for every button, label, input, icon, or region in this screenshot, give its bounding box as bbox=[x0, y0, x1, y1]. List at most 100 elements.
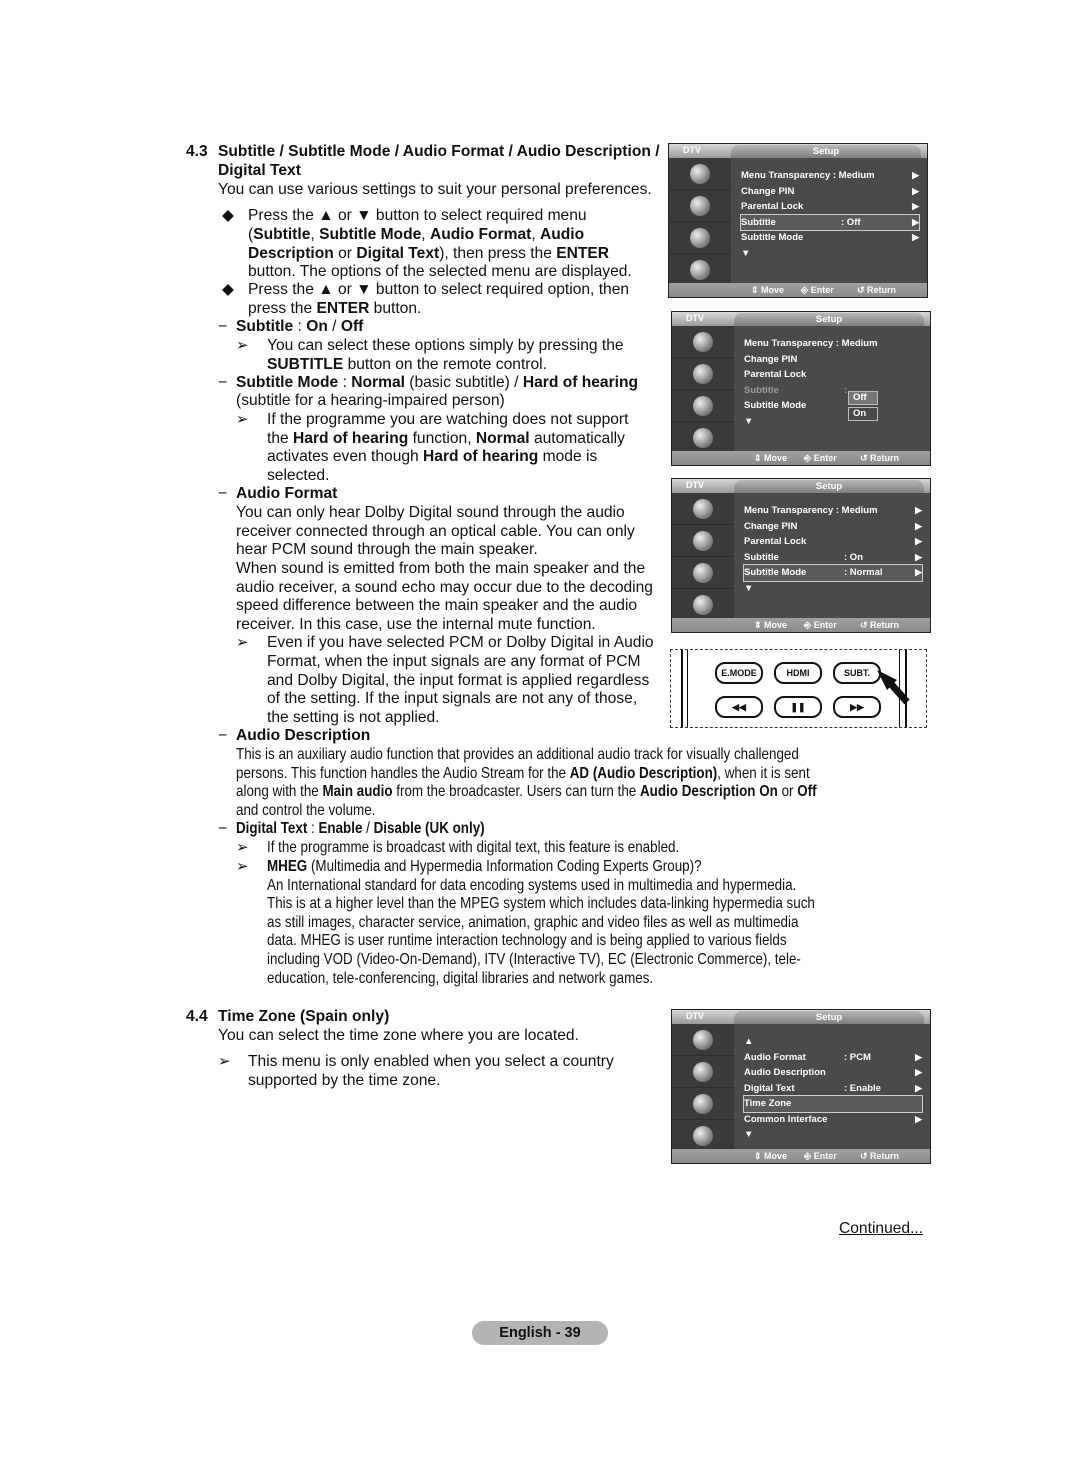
emode-button[interactable]: E.MODE bbox=[715, 662, 763, 684]
bullet2-line2: press the ENTER button. bbox=[248, 300, 422, 317]
subtitle-note-line2: SUBTITLE button on the remote control. bbox=[267, 356, 547, 373]
osd-item-label: Change PIN bbox=[744, 353, 798, 365]
osd-title: Setup bbox=[734, 313, 924, 326]
osd-menu-item[interactable]: Subtitle Mode: Normal ▶ bbox=[743, 564, 923, 582]
scroll-down-icon[interactable]: ▼ bbox=[744, 1127, 922, 1143]
osd-menu-item[interactable]: Subtitle Mode bbox=[744, 398, 922, 414]
audio-description-line3: along with the Main audio from the broad… bbox=[236, 783, 817, 800]
move-hint: ⇕ Move bbox=[754, 453, 788, 463]
subt-button[interactable]: SUBT. bbox=[833, 662, 881, 684]
setup-gear-icon bbox=[693, 1093, 713, 1114]
osd-menu-item[interactable]: Parental Lock ▶ bbox=[744, 534, 922, 550]
osd-menu-item[interactable]: Subtitle: bbox=[744, 383, 922, 399]
osd-menu-item[interactable]: Common Interface ▶ bbox=[744, 1112, 922, 1128]
osd-menu-item[interactable]: Menu Transparency : Medium ▶ bbox=[741, 168, 919, 184]
osd-item-label: Digital Text bbox=[744, 1082, 795, 1094]
subtitle-option-off[interactable]: Off bbox=[848, 391, 878, 405]
note-arrow-icon: ➢ bbox=[236, 634, 249, 651]
osd-category-input[interactable] bbox=[672, 589, 734, 621]
sound-icon bbox=[690, 195, 710, 216]
subtitle-option-on[interactable]: On bbox=[848, 407, 878, 421]
note-arrow-icon: ➢ bbox=[236, 839, 249, 856]
osd-item-value: : Off bbox=[841, 216, 861, 228]
osd-item-label: Subtitle Mode bbox=[741, 232, 804, 243]
osd-item-value: : Enable bbox=[844, 1082, 881, 1094]
osd-source-label: DTV bbox=[683, 145, 701, 155]
scroll-down-icon[interactable]: ▼ bbox=[744, 414, 922, 430]
osd-category-picture[interactable] bbox=[669, 158, 731, 190]
osd-menu-item[interactable]: Change PIN ▶ bbox=[744, 519, 922, 535]
osd-menu-item[interactable]: Subtitle: On ▶ bbox=[744, 550, 922, 566]
page-number-badge: English - 39 bbox=[472, 1321, 608, 1345]
time-zone-note-line2: supported by the time zone. bbox=[248, 1072, 441, 1089]
osd-item-label: Subtitle Mode bbox=[744, 567, 807, 578]
osd-item-label: Parental Lock bbox=[744, 536, 807, 547]
subtitle-heading: Subtitle : On / Off bbox=[236, 318, 364, 335]
time-zone-intro: You can select the time zone where you a… bbox=[218, 1027, 579, 1044]
rewind-button[interactable]: ◀◀ bbox=[715, 696, 763, 718]
osd-menu-item[interactable]: Change PIN bbox=[744, 352, 922, 368]
osd-category-input[interactable] bbox=[669, 254, 731, 286]
osd-menu-item[interactable]: Audio Description ▶ bbox=[744, 1065, 922, 1081]
osd-category-setup-gear[interactable] bbox=[669, 222, 731, 254]
return-hint: ↺ Return bbox=[860, 1151, 900, 1161]
section-title-line2: Digital Text bbox=[218, 162, 301, 179]
osd-category-input[interactable] bbox=[672, 422, 734, 454]
scroll-up-icon[interactable]: ▲ bbox=[744, 1034, 922, 1050]
picture-icon bbox=[693, 498, 713, 519]
continued-link[interactable]: Continued... bbox=[839, 1220, 923, 1239]
mheg-para-line: including VOD (Video-On-Demand), ITV (In… bbox=[267, 951, 801, 968]
osd-source-label: DTV bbox=[686, 313, 704, 323]
chevron-right-icon: ▶ bbox=[912, 232, 919, 242]
osd-menu-item[interactable]: Digital Text: Enable ▶ bbox=[744, 1081, 922, 1097]
bullet1-line1: Press the ▲ or ▼ button to select requir… bbox=[248, 207, 587, 224]
osd-menu-item[interactable]: Change PIN ▶ bbox=[741, 184, 919, 200]
osd-menu-item[interactable]: Audio Format: PCM ▶ bbox=[744, 1050, 922, 1066]
bullet1-line2: (Subtitle, Subtitle Mode, Audio Format, … bbox=[248, 226, 585, 243]
osd-category-setup-gear[interactable] bbox=[672, 390, 734, 422]
osd-category-sound[interactable] bbox=[672, 358, 734, 390]
osd-menu-item[interactable]: Subtitle Mode ▶ bbox=[741, 230, 919, 246]
picture-icon bbox=[693, 1029, 713, 1050]
osd-item-label: Common Interface bbox=[744, 1113, 828, 1125]
osd-category-sidebar bbox=[672, 1024, 734, 1152]
osd-category-setup-gear[interactable] bbox=[672, 557, 734, 589]
audio-description-heading: Audio Description bbox=[236, 727, 371, 744]
scroll-down-icon[interactable]: ▼ bbox=[744, 581, 922, 597]
subtitle-mode-line2: (subtitle for a hearing-impaired person) bbox=[236, 392, 505, 409]
osd-category-sidebar bbox=[672, 326, 734, 454]
osd-category-picture[interactable] bbox=[672, 1024, 734, 1056]
enter-hint: ⎆ Enter bbox=[804, 1151, 837, 1161]
pause-button[interactable]: ❚❚ bbox=[774, 696, 822, 718]
fast-forward-button[interactable]: ▶▶ bbox=[833, 696, 881, 718]
osd-item-label: Time Zone bbox=[744, 1098, 792, 1109]
osd-category-setup-gear[interactable] bbox=[672, 1088, 734, 1120]
osd-menu-item[interactable]: Menu Transparency : Medium ▶ bbox=[744, 503, 922, 519]
section-intro: You can use various settings to suit you… bbox=[218, 181, 652, 198]
audio-format-note-line: Format, when the input signals are any f… bbox=[267, 653, 641, 670]
osd-category-picture[interactable] bbox=[672, 326, 734, 358]
osd-menu-item[interactable]: Subtitle: Off ▶ bbox=[740, 213, 920, 231]
dash-bullet-icon: − bbox=[218, 727, 228, 744]
hdmi-button[interactable]: HDMI bbox=[774, 662, 822, 684]
audio-format-note-line: of the setting. If the input signals are… bbox=[267, 690, 638, 707]
osd-menu-item[interactable]: Menu Transparency : Medium bbox=[744, 336, 922, 352]
chevron-right-icon: ▶ bbox=[912, 216, 919, 227]
osd-category-input[interactable] bbox=[672, 1120, 734, 1152]
chevron-right-icon: ▶ bbox=[915, 536, 922, 546]
scroll-down-icon[interactable]: ▼ bbox=[741, 246, 919, 262]
setup-gear-icon bbox=[693, 395, 713, 416]
osd-menu-item[interactable]: Parental Lock ▶ bbox=[741, 199, 919, 215]
osd-menu-item[interactable]: Time Zone bbox=[743, 1095, 923, 1113]
osd-category-sound[interactable] bbox=[672, 525, 734, 557]
osd-category-sound[interactable] bbox=[669, 190, 731, 222]
dash-bullet-icon: − bbox=[218, 820, 228, 837]
osd-menu-item[interactable]: Parental Lock bbox=[744, 367, 922, 383]
osd-menu-time-zone: DTV Setup ▲ Audio Format: PCM ▶ Audio Descrip… bbox=[671, 1009, 931, 1164]
osd-category-sound[interactable] bbox=[672, 1056, 734, 1088]
audio-description-line1: This is an auxiliary audio function that… bbox=[236, 746, 799, 763]
dash-bullet-icon: − bbox=[218, 485, 228, 502]
osd-category-picture[interactable] bbox=[672, 493, 734, 525]
osd-help-bar: ⇕ Move ⎆ Enter ↺ Return bbox=[672, 451, 930, 465]
return-hint: ↺ Return bbox=[860, 453, 900, 463]
